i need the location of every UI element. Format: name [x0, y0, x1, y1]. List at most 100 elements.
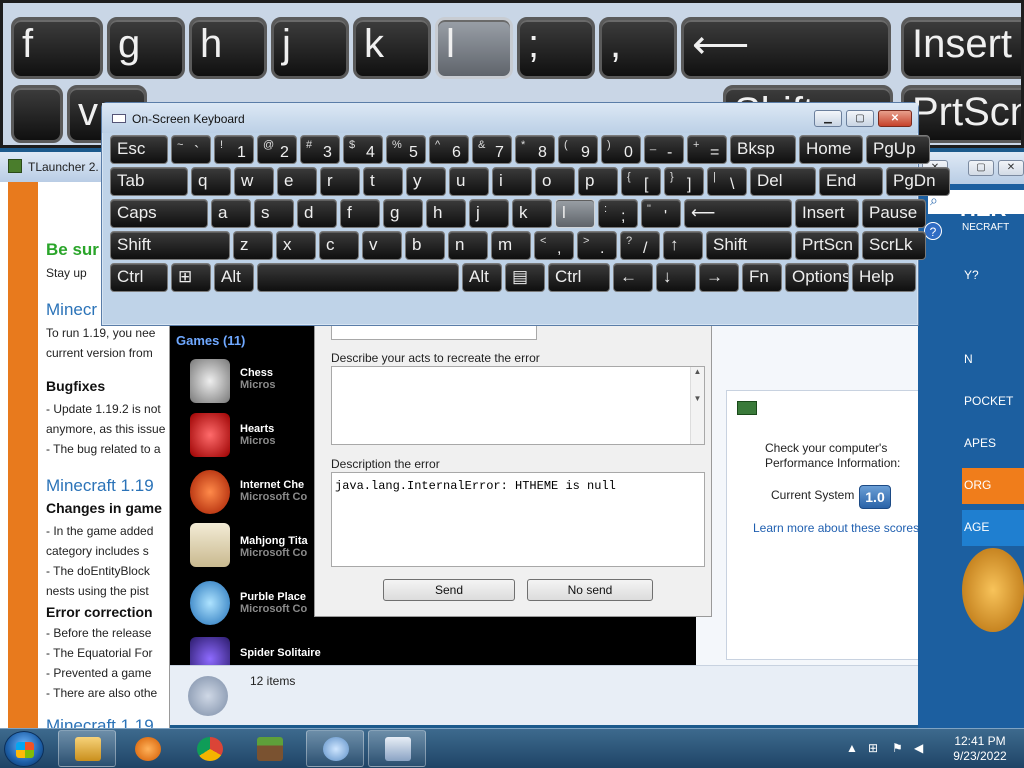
osk-key-3[interactable]: #3	[300, 135, 340, 164]
show-hidden-icons[interactable]: ▲	[846, 741, 858, 755]
taskbar-magnifier[interactable]	[306, 730, 364, 767]
action-center-icon[interactable]: ⚑	[892, 741, 903, 755]
osk-key-sym2-11[interactable]: " '	[641, 199, 681, 228]
menu-item-org[interactable]: ORG	[962, 468, 1024, 504]
osk-key-tab[interactable]: Tab	[110, 167, 188, 196]
osk-key-alt[interactable]: Alt	[214, 263, 254, 292]
close-icon[interactable]: ✕	[878, 110, 912, 127]
maximize-icon[interactable]: ▢	[968, 160, 994, 176]
osk-key-sym4-9[interactable]: →	[699, 263, 739, 292]
osk-key-insert[interactable]: Insert	[795, 199, 859, 228]
osk-titlebar[interactable]: On-Screen Keyboard ▁ ▢ ✕	[102, 103, 918, 133]
osk-key-f[interactable]: f	[340, 199, 380, 228]
minecraft-119-heading[interactable]: Minecraft 1.19	[46, 476, 170, 496]
osk-key-sym0-1[interactable]: ~ `	[171, 135, 211, 164]
maximize-icon[interactable]: ▢	[846, 110, 874, 127]
osk-key-2[interactable]: @2	[257, 135, 297, 164]
taskbar-minecraft[interactable]	[240, 730, 298, 767]
osk-key-m[interactable]: m	[491, 231, 531, 260]
osk-key-shift[interactable]: Shift	[706, 231, 792, 260]
osk-key-sym2-10[interactable]: :;	[598, 199, 638, 228]
network-icon[interactable]: ⊞	[868, 741, 878, 755]
osk-key-sym4-5[interactable]: ▤	[505, 263, 545, 292]
osk-key-sym4-1[interactable]: ⊞	[171, 263, 211, 292]
osk-key-sym3-8[interactable]: <,	[534, 231, 574, 260]
game-hearts[interactable]: Hearts Micros	[240, 423, 275, 447]
menu-item-pocket[interactable]: POCKET	[962, 384, 1024, 420]
osk-key-space[interactable]	[257, 263, 459, 292]
osk-key-s[interactable]: s	[254, 199, 294, 228]
game-internet-checkers[interactable]: Internet Che Microsoft Co	[240, 479, 307, 503]
osk-key-pgdn[interactable]: PgDn	[886, 167, 950, 196]
game-mahjong[interactable]: Mahjong Tita Microsoft Co	[240, 535, 308, 559]
osk-key-prtscn[interactable]: PrtScn	[795, 231, 859, 260]
volume-icon[interactable]: ◀	[914, 741, 923, 755]
osk-key-h[interactable]: h	[426, 199, 466, 228]
osk-key-sym0-12[interactable]: _ -	[644, 135, 684, 164]
start-button[interactable]	[4, 731, 44, 767]
osk-key-c[interactable]: c	[319, 231, 359, 260]
osk-key-sym4-7[interactable]: ←	[613, 263, 653, 292]
osk-key-z[interactable]: z	[233, 231, 273, 260]
osk-key-r[interactable]: r	[320, 167, 360, 196]
previous-field[interactable]	[331, 326, 537, 340]
game-spider-solitaire[interactable]: Spider Solitaire	[240, 647, 321, 659]
osk-key-end[interactable]: End	[819, 167, 883, 196]
osk-key-ctrl[interactable]: Ctrl	[548, 263, 610, 292]
describe-scrollbar[interactable]: ▲ ▼	[690, 367, 704, 444]
osk-key-1[interactable]: ! 1	[214, 135, 254, 164]
osk-key-del[interactable]: Del	[750, 167, 816, 196]
osk-key-sym0-13[interactable]: + =	[687, 135, 727, 164]
osk-key-home[interactable]: Home	[799, 135, 863, 164]
osk-key-7[interactable]: & 7	[472, 135, 512, 164]
taskbar-osk[interactable]	[368, 730, 426, 767]
game-purble-place[interactable]: Purble Place Microsoft Co	[240, 591, 307, 615]
osk-key-a[interactable]: a	[211, 199, 251, 228]
osk-key-scrlk[interactable]: ScrLk	[862, 231, 926, 260]
osk-key-alt[interactable]: Alt	[462, 263, 502, 292]
osk-key-pause[interactable]: Pause	[862, 199, 926, 228]
osk-key-sym2-12[interactable]: ⟵	[684, 199, 792, 228]
osk-key-u[interactable]: u	[449, 167, 489, 196]
osk-key-bksp[interactable]: Bksp	[730, 135, 796, 164]
description-textarea[interactable]: java.lang.InternalError: HTHEME is null	[331, 472, 705, 567]
osk-key-sym3-9[interactable]: >.	[577, 231, 617, 260]
osk-key-i[interactable]: i	[492, 167, 532, 196]
osk-key-g[interactable]: g	[383, 199, 423, 228]
osk-key-w[interactable]: w	[234, 167, 274, 196]
osk-key-p[interactable]: p	[578, 167, 618, 196]
menu-item-apes[interactable]: APES	[962, 426, 1024, 462]
game-chess[interactable]: Chess Micros	[240, 367, 275, 391]
taskbar-chrome[interactable]	[180, 730, 238, 767]
osk-key-sym3-11[interactable]: ↑	[663, 231, 703, 260]
osk-key-sym1-11[interactable]: {[	[621, 167, 661, 196]
osk-key-sym4-8[interactable]: ↓	[656, 263, 696, 292]
osk-key-sym1-12[interactable]: }]	[664, 167, 704, 196]
taskbar-explorer[interactable]	[58, 730, 116, 767]
osk-key-esc[interactable]: Esc	[110, 135, 168, 164]
osk-key-l[interactable]: l	[555, 199, 595, 228]
describe-textarea[interactable]: ▲ ▼	[331, 366, 705, 445]
osk-key-q[interactable]: q	[191, 167, 231, 196]
osk-key-fn[interactable]: Fn	[742, 263, 782, 292]
osk-key-9[interactable]: (9	[558, 135, 598, 164]
osk-key-j[interactable]: j	[469, 199, 509, 228]
osk-key-options[interactable]: Options	[785, 263, 849, 292]
menu-item-1[interactable]: Y?	[962, 258, 1024, 294]
osk-key-6[interactable]: ^ 6	[429, 135, 469, 164]
osk-key-e[interactable]: e	[277, 167, 317, 196]
osk-key-pgup[interactable]: PgUp	[866, 135, 930, 164]
osk-key-4[interactable]: $4	[343, 135, 383, 164]
osk-key-help[interactable]: Help	[852, 263, 916, 292]
osk-key-ctrl[interactable]: Ctrl	[110, 263, 168, 292]
no-send-button[interactable]: No send	[527, 579, 653, 601]
osk-key-0[interactable]: ) 0	[601, 135, 641, 164]
osk-key-caps[interactable]: Caps	[110, 199, 208, 228]
osk-key-k[interactable]: k	[512, 199, 552, 228]
osk-key-sym1-13[interactable]: | \	[707, 167, 747, 196]
osk-key-y[interactable]: y	[406, 167, 446, 196]
osk-key-b[interactable]: b	[405, 231, 445, 260]
osk-key-5[interactable]: % 5	[386, 135, 426, 164]
menu-item-2[interactable]: N	[962, 342, 1024, 378]
help-icon[interactable]: ?	[924, 222, 942, 240]
